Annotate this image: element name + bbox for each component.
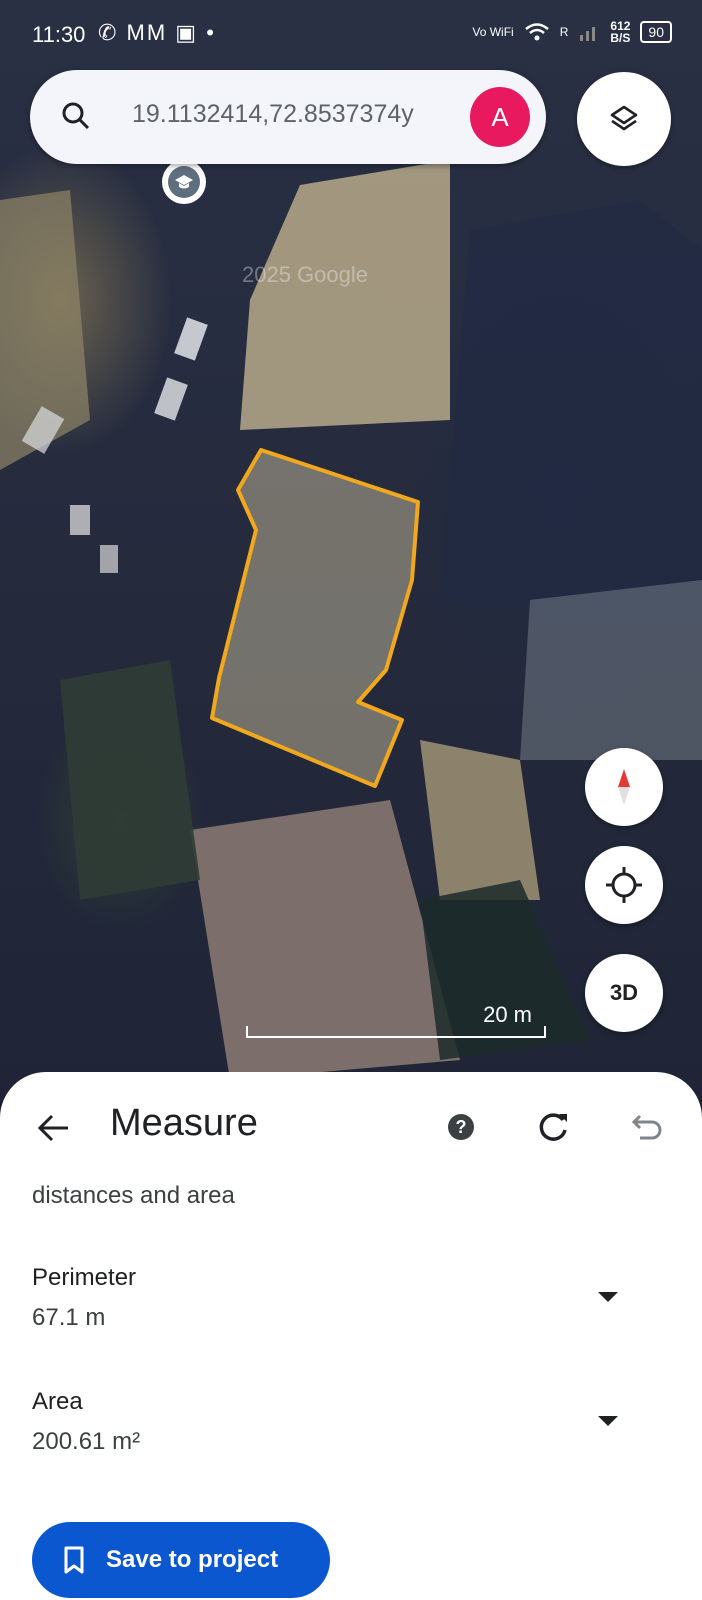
scale-line bbox=[246, 1026, 546, 1038]
measured-area-polygon[interactable] bbox=[210, 448, 420, 788]
layers-button[interactable] bbox=[577, 72, 671, 166]
scale-bar: 20 m bbox=[246, 998, 546, 1038]
signal-icon bbox=[580, 27, 596, 41]
graduation-cap-icon bbox=[168, 166, 200, 198]
status-right-icons: Vo WiFi R 612 B/S 90 bbox=[472, 20, 672, 44]
measure-panel: Measure ? distances and area Perimeter 6… bbox=[0, 1072, 702, 1600]
notification-icons: ✆ MM ▣ • bbox=[98, 20, 216, 45]
wifi-icon bbox=[524, 23, 549, 41]
school-pin[interactable] bbox=[162, 160, 206, 204]
status-time: 11:30 bbox=[32, 22, 86, 47]
3d-toggle-button[interactable]: 3D bbox=[585, 954, 663, 1032]
save-button-label: Save to project bbox=[106, 1546, 279, 1573]
save-to-project-button[interactable]: Save to project bbox=[32, 1522, 330, 1598]
battery-indicator: 90 bbox=[640, 21, 672, 43]
refresh-icon[interactable] bbox=[535, 1110, 571, 1146]
bookmark-icon bbox=[64, 1546, 84, 1574]
vowifi-label: Vo WiFi bbox=[472, 25, 514, 39]
perimeter-value: 67.1 m bbox=[32, 1304, 106, 1331]
compass-icon bbox=[618, 769, 630, 805]
perimeter-expand-icon[interactable] bbox=[598, 1292, 618, 1302]
search-query[interactable]: 19.1132414,72.8537374y bbox=[132, 100, 484, 129]
undo-icon[interactable] bbox=[630, 1110, 666, 1146]
map-watermark: 2025 Google bbox=[242, 262, 368, 287]
area-value: 200.61 m² bbox=[32, 1428, 141, 1455]
map-imagery: 2025 Google bbox=[0, 160, 702, 1080]
perimeter-label: Perimeter bbox=[32, 1264, 137, 1291]
search-icon bbox=[62, 102, 90, 130]
layers-icon bbox=[610, 105, 638, 131]
network-speed: 612 B/S bbox=[610, 20, 630, 44]
satellite-map[interactable]: 2025 Google 3D 20 m bbox=[0, 0, 702, 1100]
help-icon[interactable]: ? bbox=[448, 1114, 474, 1140]
area-expand-icon[interactable] bbox=[598, 1416, 618, 1426]
my-location-button[interactable] bbox=[585, 846, 663, 924]
status-bar: 11:30 ✆ MM ▣ • Vo WiFi R 612 B/S 90 bbox=[0, 0, 702, 70]
crosshair-icon bbox=[606, 867, 642, 903]
area-label: Area bbox=[32, 1388, 83, 1415]
scale-label: 20 m bbox=[483, 1002, 532, 1027]
panel-subtitle: distances and area bbox=[32, 1182, 235, 1209]
panel-title: Measure bbox=[110, 1102, 258, 1144]
compass-button[interactable] bbox=[585, 748, 663, 826]
roaming-label: R bbox=[559, 25, 569, 39]
back-arrow-icon[interactable] bbox=[36, 1110, 72, 1146]
speed-unit: B/S bbox=[610, 31, 631, 45]
search-bar[interactable]: 19.1132414,72.8537374y A bbox=[30, 70, 546, 164]
account-avatar[interactable]: A bbox=[470, 87, 530, 147]
